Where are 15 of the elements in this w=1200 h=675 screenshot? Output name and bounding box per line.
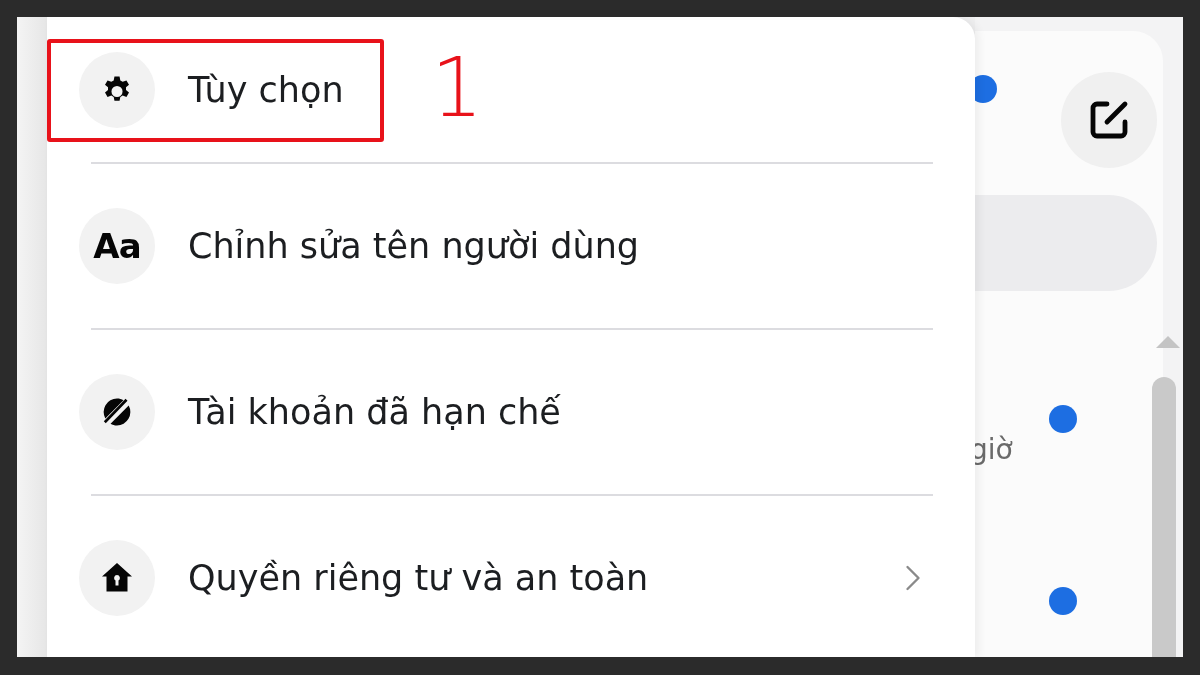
unread-dot [1049, 587, 1077, 615]
menu-item[interactable]: Tài khoản đã hạn chế [47, 330, 601, 494]
search-field[interactable] [975, 195, 1157, 291]
scrollbar-thumb[interactable] [1152, 377, 1176, 657]
annotation-number: 1 [431, 47, 484, 129]
unread-dot [1049, 405, 1077, 433]
menu-item[interactable]: Tùy chọn [47, 17, 384, 162]
menu-item-label: Tài khoản đã hạn chế [188, 392, 561, 432]
menu-item-label: Quyền riêng tư và an toàn [188, 558, 649, 598]
menu-item-label: Tùy chọn [188, 69, 344, 110]
menu-item[interactable]: Aa Chỉnh sửa tên người dùng [47, 164, 680, 328]
menu-item[interactable]: Quyền riêng tư và an toàn [47, 496, 975, 657]
font-icon: Aa [93, 226, 141, 266]
scroll-up-arrow[interactable] [1156, 336, 1180, 348]
menu-item-label: Chỉnh sửa tên người dùng [188, 226, 640, 266]
